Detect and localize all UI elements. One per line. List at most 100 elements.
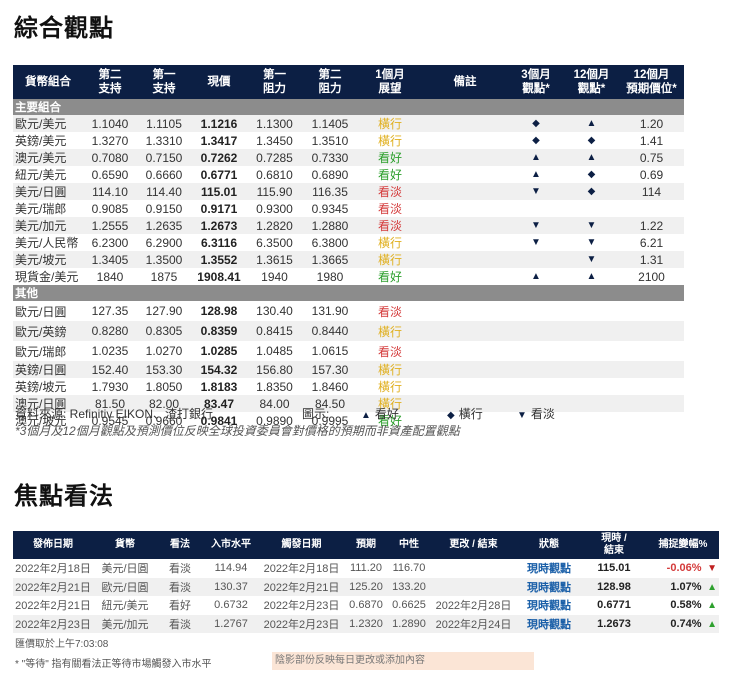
cell-r1: 1.3615 bbox=[247, 251, 302, 268]
cell-view: 看好 bbox=[169, 600, 191, 613]
cell-v12 bbox=[564, 301, 619, 321]
cell-neutral: 116.70 bbox=[392, 562, 426, 575]
cell-target: 0.69 bbox=[639, 167, 664, 182]
cell-s1: 127.90 bbox=[145, 304, 183, 318]
cell-r2: 0.8440 bbox=[302, 321, 358, 341]
cell-s2: 1.2555 bbox=[83, 217, 137, 234]
cell-note bbox=[422, 200, 508, 217]
cell-pair: 現貨金/美元 bbox=[15, 270, 79, 284]
cell-date: 2022年2月23日 bbox=[13, 614, 93, 633]
cell-v12 bbox=[564, 341, 619, 361]
cell-note bbox=[422, 115, 508, 132]
table-header-row: 發佈日期 貨幣 看法 入市水平 觸發日期 預期 中性 更改 / 結束 狀態 現時 / 結束 捕捉變幅% bbox=[13, 531, 719, 559]
cell-r1: 1.8350 bbox=[256, 379, 293, 394]
cell-r2: 1.8460 bbox=[311, 379, 349, 394]
cell-pct: 0.74% ▲ bbox=[647, 614, 719, 633]
cell-v3: ▲ bbox=[508, 149, 564, 166]
cell-s1: 6.2900 bbox=[145, 235, 183, 250]
cell-pair: 美元/坡元 bbox=[13, 251, 83, 268]
column-header: 12個月 預期價位* bbox=[619, 65, 684, 99]
column-header: 狀態 bbox=[517, 531, 581, 559]
cell-outlook: 看好 bbox=[377, 168, 402, 182]
cell-note bbox=[422, 234, 508, 251]
cell-view: 看淡 bbox=[157, 577, 203, 596]
cell-target bbox=[619, 200, 684, 217]
cell-s2: 0.6590 bbox=[91, 167, 129, 182]
cell-s1: 1875 bbox=[150, 269, 178, 284]
cell-s2: 1.3405 bbox=[83, 251, 137, 268]
cell-pct: 1.07% ▲ bbox=[647, 577, 719, 596]
cell-v3: ▲ bbox=[531, 271, 541, 282]
cell-spot: 1908.41 bbox=[197, 269, 241, 284]
column-header: 中性 bbox=[388, 531, 430, 559]
triangle-down-icon: ▼ bbox=[701, 563, 717, 575]
cell-trigger: 2022年2月23日 bbox=[263, 600, 340, 613]
cell-v3: ◆ bbox=[532, 135, 540, 146]
cell-r2: 116.35 bbox=[302, 183, 358, 200]
cell-spot: 0.9171 bbox=[200, 201, 238, 216]
cell-v3 bbox=[508, 378, 564, 395]
section-label: 主要組合 bbox=[13, 99, 684, 115]
cell-outlook: 看淡 bbox=[358, 217, 422, 234]
cell-v3 bbox=[508, 251, 564, 268]
cell-s2: 1.3270 bbox=[91, 133, 129, 148]
cell-v12: ◆ bbox=[587, 135, 596, 146]
cell-r1: 1.2820 bbox=[247, 217, 302, 234]
cell-s1: 0.7150 bbox=[137, 149, 191, 166]
cell-outlook: 看好 bbox=[377, 270, 402, 284]
table-row: 澳元/美元 0.7080 0.7150 0.7262 0.7285 0.7330 看好 ▲ ▲ 0… bbox=[13, 149, 684, 166]
table-row: 歐元/瑞郎 1.0235 1.0270 1.0285 1.0485 1.0615 看淡 bbox=[13, 341, 684, 361]
column-header: 更改 / 結束 bbox=[430, 531, 517, 559]
cell-neutral: 1.2890 bbox=[388, 614, 430, 633]
cell-outlook: 看淡 bbox=[358, 183, 422, 200]
cell-r2: 0.6890 bbox=[311, 167, 349, 182]
legend-bearish: ▼ 看淡 bbox=[517, 407, 555, 421]
cell-pair: 美元/人民幣 bbox=[15, 236, 79, 250]
page-title-focus: 焦點看法 bbox=[14, 482, 114, 510]
cell-s1: 1.2635 bbox=[137, 217, 191, 234]
cell-view: 看淡 bbox=[169, 563, 191, 576]
cell-r2: 6.3800 bbox=[311, 235, 349, 250]
cell-r2: 1.3510 bbox=[311, 133, 349, 148]
cell-v12: ▼ bbox=[586, 237, 597, 248]
change-value: 0.58% bbox=[670, 599, 702, 612]
cell-r2: 1.3665 bbox=[302, 251, 358, 268]
cell-target: 1.31 bbox=[619, 251, 684, 268]
cell-v12: ◆ bbox=[587, 169, 596, 180]
cell-spot: 0.7262 bbox=[191, 149, 247, 166]
cell-spot: 1.8183 bbox=[200, 379, 238, 394]
cell-s1: 0.9150 bbox=[145, 201, 183, 216]
cell-spot: 1.2673 bbox=[191, 217, 247, 234]
column-header: 第二 支持 bbox=[83, 65, 137, 99]
cell-pct: -0.06% ▼ bbox=[647, 559, 719, 578]
section-label: 其他 bbox=[13, 285, 684, 301]
focus-views-table: 發佈日期 貨幣 看法 入市水平 觸發日期 預期 中性 更改 / 結束 狀態 現時 / 結束 捕捉變幅%… bbox=[13, 531, 719, 633]
diamond-icon: ◆ bbox=[447, 410, 455, 421]
cell-r2: 131.90 bbox=[311, 304, 349, 318]
pending-note: * "等待" 指有關看法正等待市場觸發入市水平 bbox=[15, 659, 212, 670]
cell-outlook: 橫行 bbox=[377, 236, 402, 250]
table-row: 英鎊/美元 1.3270 1.3310 1.3417 1.3450 1.3510 橫行 ◆ ◆ 1… bbox=[13, 132, 684, 149]
cell-note bbox=[422, 321, 508, 341]
cell-v12: ◆ bbox=[564, 183, 619, 200]
cell-r2: 1980 bbox=[316, 269, 344, 284]
cell-pair: 美元/加元 bbox=[13, 217, 83, 234]
cell-change bbox=[430, 559, 517, 578]
triangle-up-icon: ▲ bbox=[701, 581, 717, 593]
cell-note bbox=[422, 378, 508, 395]
cell-pair: 美元/加元 bbox=[93, 614, 157, 633]
cell-r1: 115.90 bbox=[247, 183, 302, 200]
cell-v12: ▼ bbox=[564, 217, 619, 234]
cell-outlook: 看淡 bbox=[377, 344, 402, 359]
legend-label: 圖示: bbox=[302, 407, 330, 421]
change-value: -0.06% bbox=[666, 562, 702, 575]
cell-change: 2022年2月28日 bbox=[435, 600, 512, 613]
cell-pair: 英鎊/日圓 bbox=[13, 361, 83, 378]
cell-current: 128.98 bbox=[581, 577, 647, 596]
change-value: 0.74% bbox=[670, 617, 702, 630]
cell-v3: ▼ bbox=[508, 217, 564, 234]
cell-target: 1.20 bbox=[619, 115, 684, 132]
cell-note bbox=[422, 268, 508, 285]
cell-s2: 6.2300 bbox=[91, 235, 129, 250]
page-title-overview: 綜合觀點 bbox=[14, 14, 114, 42]
